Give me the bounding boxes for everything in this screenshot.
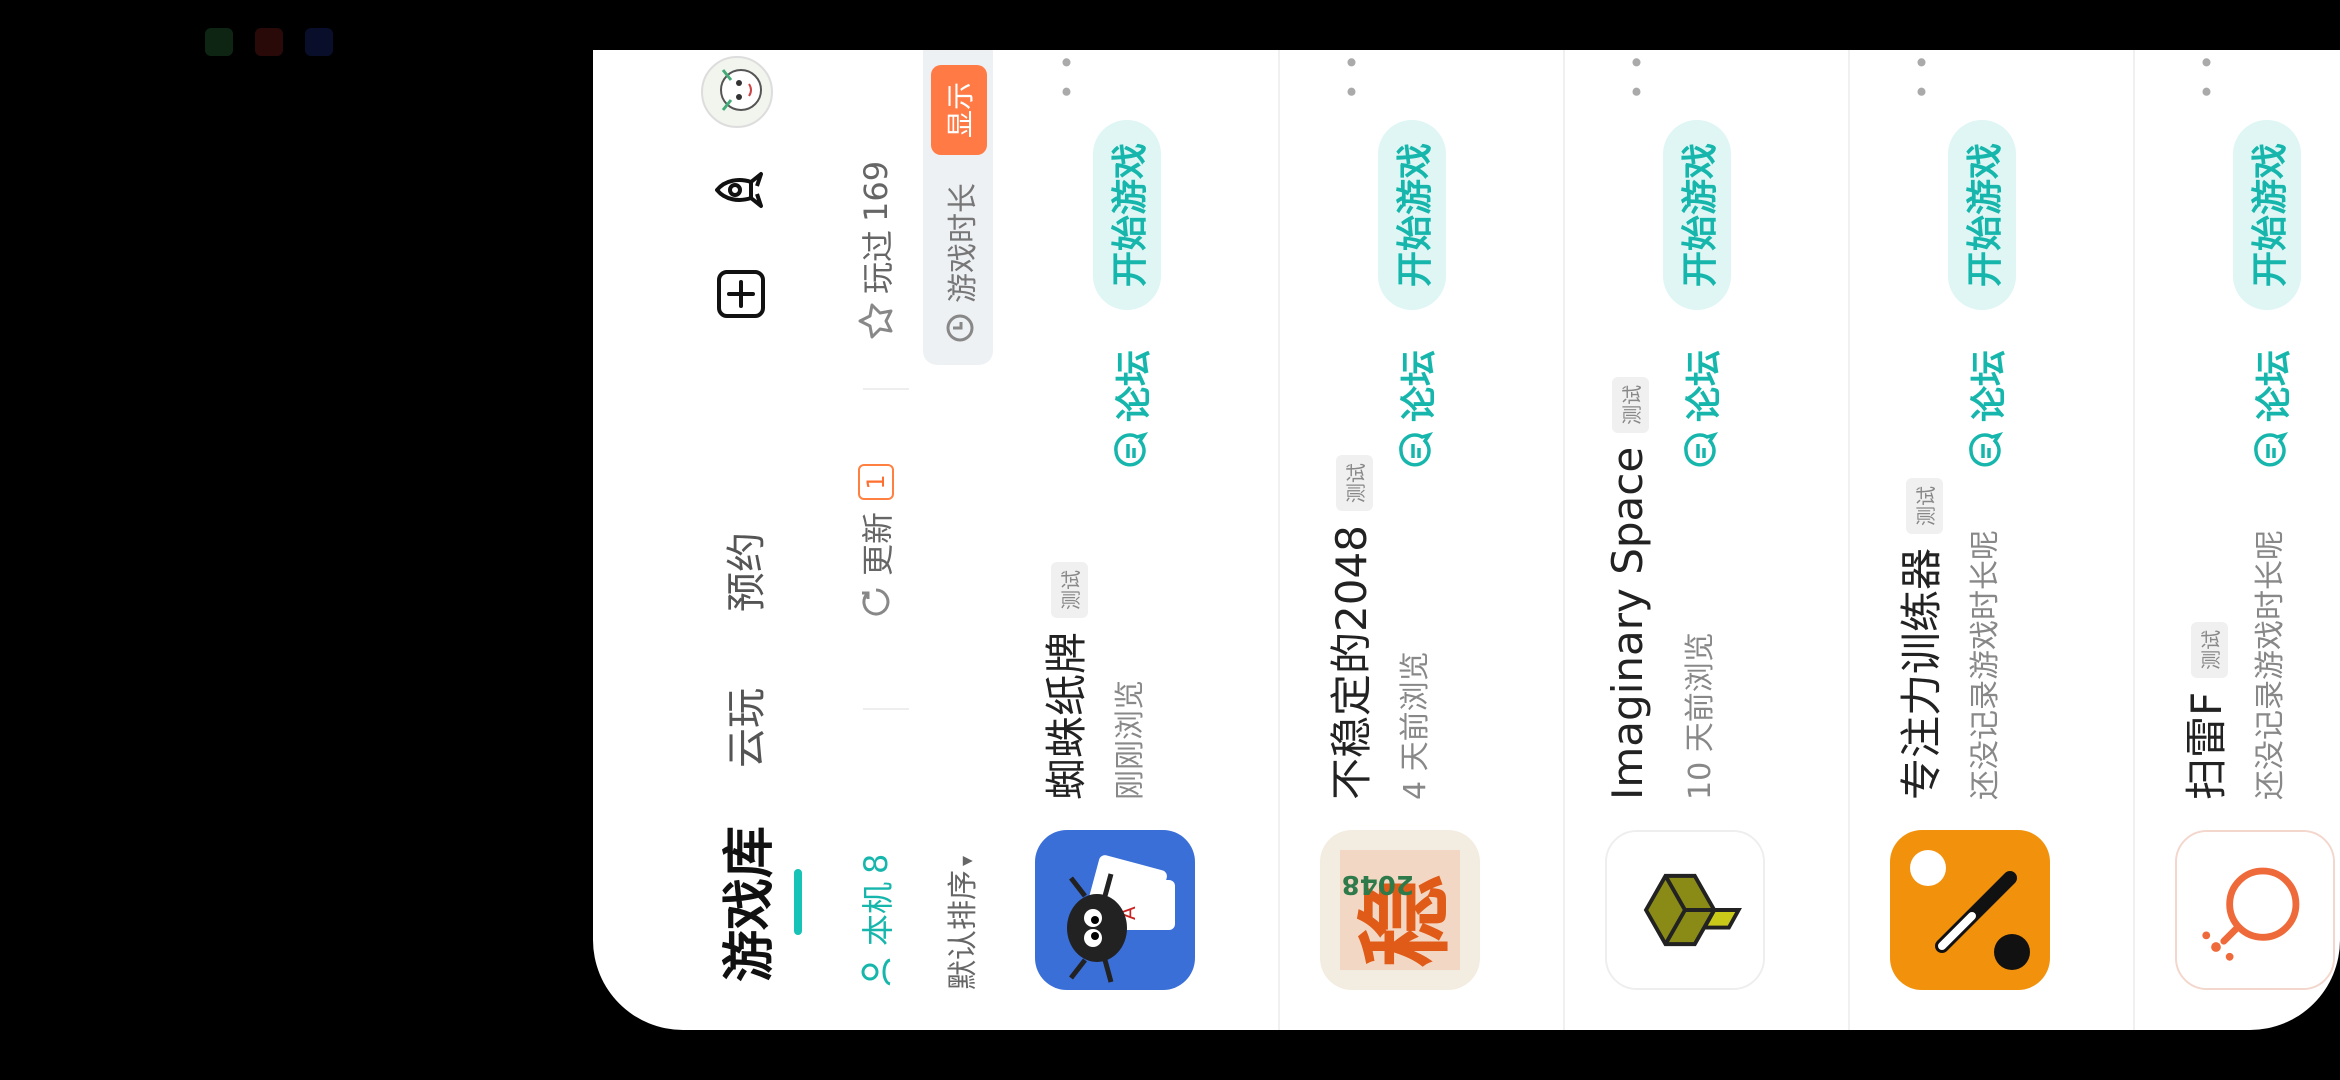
- chat-bubble-icon: [1969, 432, 2004, 467]
- game-subtitle: 还没记录游戏时长呢: [1968, 530, 2003, 800]
- avatar[interactable]: [701, 56, 773, 128]
- game-title: 扫雷F测试: [2173, 621, 2234, 800]
- filter-local-label: 本机: [859, 881, 897, 946]
- svg-text:2048: 2048: [1342, 869, 1414, 899]
- divider: [863, 708, 909, 710]
- playtime-label: 游戏时长: [946, 183, 981, 303]
- tab-active-indicator: [794, 869, 802, 935]
- filter-played-count: 169: [857, 160, 895, 222]
- more-options-icon[interactable]: • •: [1621, 52, 1654, 100]
- spider-solitaire-app-icon[interactable]: A: [1035, 830, 1195, 990]
- filter-update[interactable]: 更新 1: [853, 463, 899, 620]
- sort-dropdown[interactable]: 默认排序 ▾: [938, 856, 982, 990]
- game-library-panel: 游戏库 云玩 预约 本机 8 更新 1 玩过 169 默认排序▾ 游戏时长 显示…: [593, 50, 2340, 1030]
- more-options-icon[interactable]: • •: [1906, 52, 1939, 100]
- forum-link[interactable]: 论坛: [1390, 350, 1442, 470]
- test-tag: 测试: [1906, 477, 1943, 534]
- focus-trainer-app-icon[interactable]: [1890, 830, 2050, 990]
- notification-icon: [305, 28, 333, 56]
- test-tag: 测试: [2191, 621, 2228, 678]
- clock-icon: [946, 314, 974, 342]
- sort-label: 默认排序: [946, 870, 981, 990]
- star-icon: [858, 303, 893, 339]
- game-title: 专注力训练器测试: [1888, 477, 1949, 800]
- filter-update-label: 更新: [859, 511, 897, 576]
- test-tag: 测试: [1051, 561, 1088, 618]
- tab-reserve[interactable]: 预约: [714, 532, 772, 612]
- notification-icon: [255, 28, 283, 56]
- header-actions: [713, 162, 769, 322]
- forum-link[interactable]: 论坛: [1675, 350, 1727, 470]
- list-item[interactable]: 扫雷F测试 还没记录游戏时长呢 论坛 开始游戏 • •: [2135, 50, 2340, 1030]
- start-game-button[interactable]: 开始游戏: [2233, 120, 2301, 310]
- caret-down-icon: ▾: [954, 855, 978, 866]
- game-title: Imaginary Space测试: [1603, 376, 1652, 800]
- game-subtitle: 4 天前浏览: [1398, 651, 1433, 800]
- plus-square-icon[interactable]: [713, 266, 769, 322]
- show-playtime-button[interactable]: 显示: [931, 65, 987, 155]
- more-options-icon[interactable]: • •: [1051, 52, 1084, 100]
- screen: 游戏库 云玩 预约 本机 8 更新 1 玩过 169 默认排序▾ 游戏时长 显示…: [0, 0, 2340, 1080]
- playtime-toggle: 游戏时长 显示: [923, 50, 993, 365]
- forum-link[interactable]: 论坛: [1105, 350, 1157, 470]
- filter-played-label: 玩过: [859, 229, 897, 294]
- chat-bubble-icon: [2254, 432, 2289, 467]
- playtime-label-group: 游戏时长: [938, 183, 982, 343]
- test-tag: 测试: [1612, 376, 1649, 433]
- filter-row: 本机 8 更新 1 玩过 169: [833, 50, 923, 1030]
- divider: [863, 388, 909, 390]
- person-icon: [861, 958, 891, 986]
- update-count-badge: 1: [858, 463, 894, 500]
- notification-icon: [205, 28, 233, 56]
- more-options-icon[interactable]: • •: [1336, 52, 1369, 100]
- minesweeper-app-icon[interactable]: [2175, 830, 2335, 990]
- game-subtitle: 还没记录游戏时长呢: [2253, 530, 2288, 800]
- rocket-icon[interactable]: [713, 162, 769, 218]
- test-tag: 测试: [1336, 455, 1373, 512]
- start-game-button[interactable]: 开始游戏: [1663, 120, 1731, 310]
- start-game-button[interactable]: 开始游戏: [1948, 120, 2016, 310]
- forum-link[interactable]: 论坛: [2245, 350, 2297, 470]
- game-list: A 蜘蛛纸牌测试 刚刚浏览 论坛 开始游戏 • • 稳2048 不稳定的204: [995, 50, 2340, 1030]
- filter-local-count: 8: [857, 853, 895, 874]
- refresh-icon: [862, 588, 890, 616]
- filter-local[interactable]: 本机 8: [853, 854, 899, 990]
- tab-cloud-play[interactable]: 云玩: [714, 688, 772, 768]
- more-options-icon[interactable]: • •: [2191, 52, 2224, 100]
- list-item[interactable]: 专注力训练器测试 还没记录游戏时长呢 论坛 开始游戏 • •: [1850, 50, 2135, 1030]
- game-subtitle: 刚刚浏览: [1113, 680, 1148, 800]
- status-bar-icons: [205, 28, 333, 56]
- header: 游戏库 云玩 预约: [593, 50, 833, 1030]
- game-subtitle: 10 天前浏览: [1683, 632, 1718, 800]
- forum-link[interactable]: 论坛: [1960, 350, 2012, 470]
- chat-bubble-icon: [1684, 432, 1719, 467]
- tab-game-library[interactable]: 游戏库: [707, 826, 782, 982]
- filter-played[interactable]: 玩过 169: [853, 161, 899, 340]
- list-item[interactable]: A 蜘蛛纸牌测试 刚刚浏览 论坛 开始游戏 • •: [995, 50, 1280, 1030]
- start-game-button[interactable]: 开始游戏: [1378, 120, 1446, 310]
- list-item[interactable]: 稳 2048 不稳定的2048测试 4 天前浏览 论坛 开始游戏 • •: [1280, 50, 1565, 1030]
- start-game-button[interactable]: 开始游戏: [1093, 120, 1161, 310]
- list-item[interactable]: Imaginary Space测试 10 天前浏览 论坛 开始游戏 • •: [1565, 50, 1850, 1030]
- game-title: 不稳定的2048测试: [1318, 455, 1379, 800]
- imaginary-space-app-icon[interactable]: [1605, 830, 1765, 990]
- chat-bubble-icon: [1114, 432, 1149, 467]
- sort-row: 默认排序 ▾ 游戏时长 显示: [923, 50, 993, 1030]
- game-title: 蜘蛛纸牌测试: [1033, 561, 1094, 800]
- chat-bubble-icon: [1399, 432, 1434, 467]
- unstable-2048-app-icon[interactable]: 稳 2048: [1320, 830, 1480, 990]
